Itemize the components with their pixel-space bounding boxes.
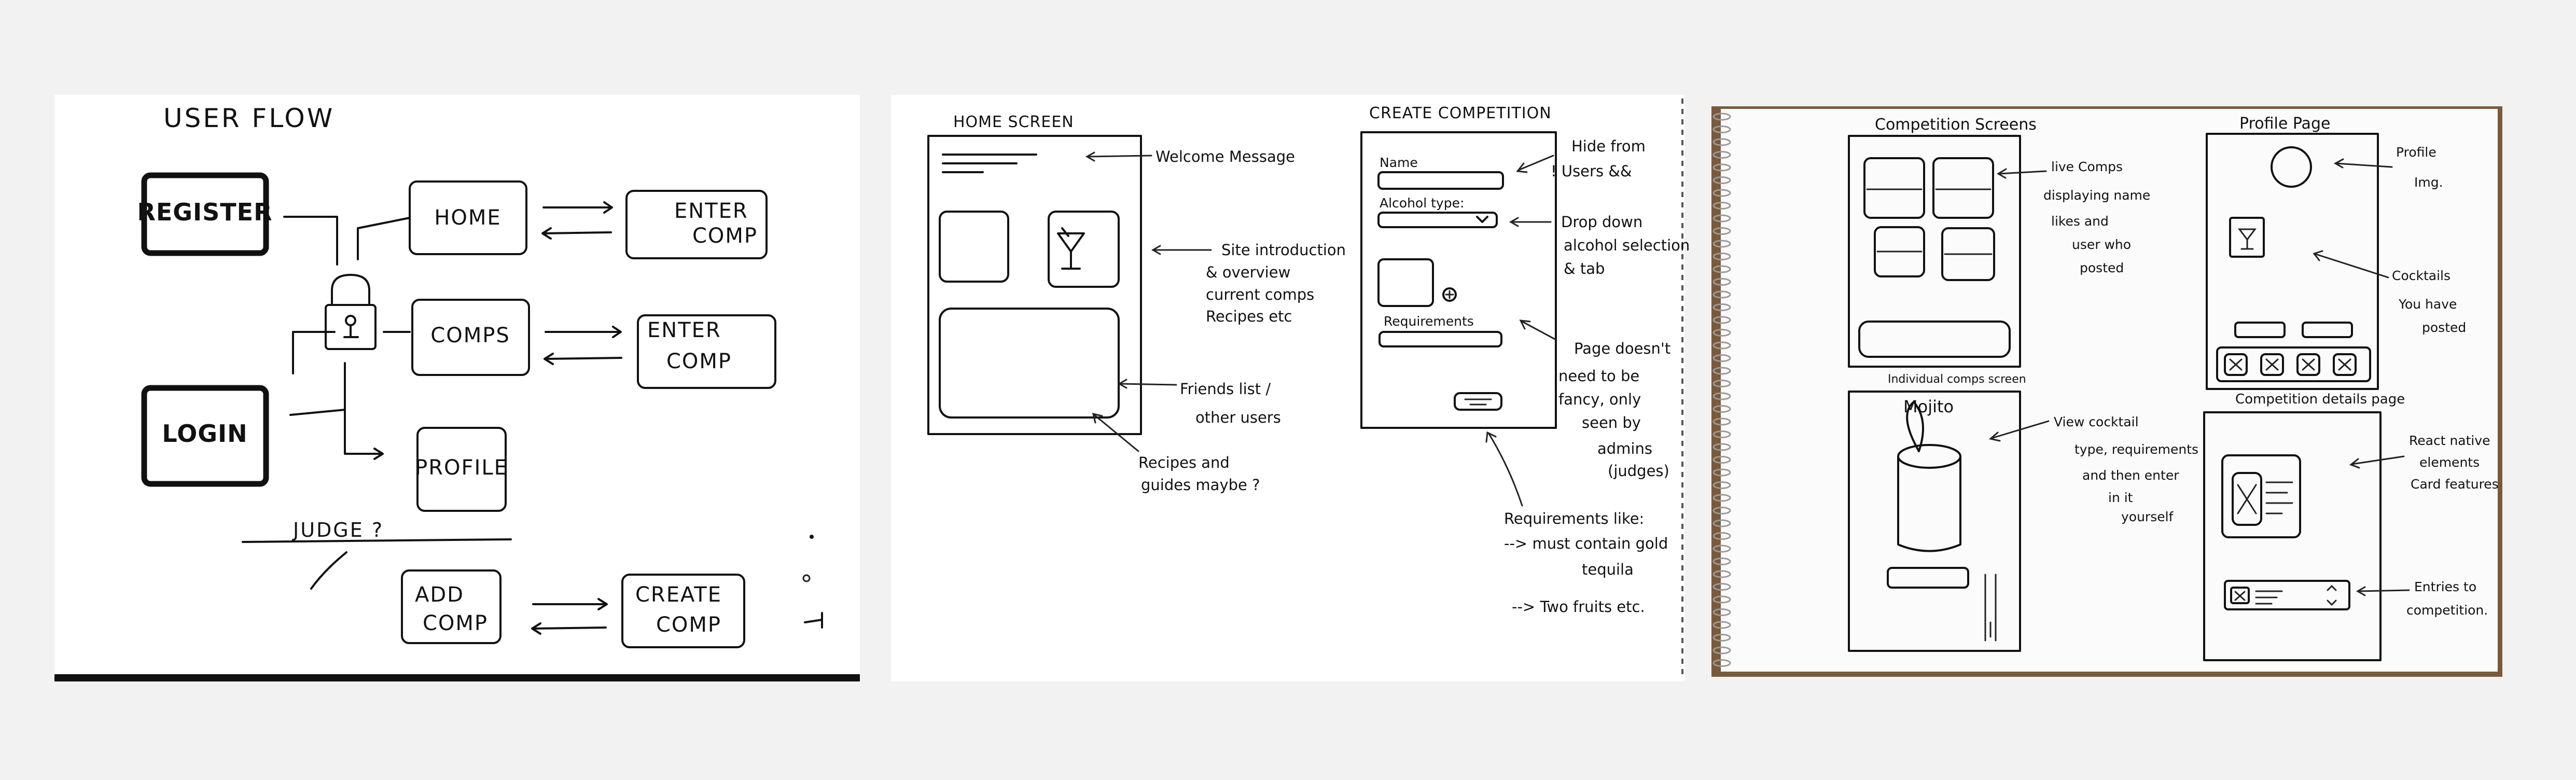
user-flow-title: USER FLOW xyxy=(163,103,335,133)
judge-label: JUDGE ? xyxy=(292,519,384,541)
competition-details-title: Competition details page xyxy=(2235,392,2405,407)
enter-comp-2-line2: COMP xyxy=(666,350,732,373)
login-label: LOGIN xyxy=(162,420,247,448)
friends-note-1: Friends list / xyxy=(1180,380,1271,398)
profile-img-note-1: Profile xyxy=(2396,145,2436,160)
requirements-like-note-4: --> Two fruits etc. xyxy=(1512,598,1645,616)
recipes-note-1: Recipes and xyxy=(1138,454,1230,471)
site-intro-note-4: Recipes etc xyxy=(1206,308,1292,325)
register-label: REGISTER xyxy=(137,198,272,226)
create-comp-line2: COMP xyxy=(656,613,721,637)
add-comp-line1: ADD xyxy=(415,583,464,607)
profile-label: PROFILE xyxy=(415,456,508,480)
page-fancy-note-2: need to be xyxy=(1558,367,1639,385)
comps-label: COMPS xyxy=(430,324,510,347)
page-fancy-note-4: seen by xyxy=(1582,414,1641,431)
cocktails-note-3: posted xyxy=(2422,320,2466,335)
screens-panel: HOME SCREEN Welcome Message Site introdu… xyxy=(891,95,1690,681)
site-intro-note-3: current comps xyxy=(1206,286,1314,303)
create-competition-title: CREATE COMPETITION xyxy=(1369,104,1552,122)
entries-note-2: competition. xyxy=(2406,603,2488,618)
home-screen-title: HOME SCREEN xyxy=(953,113,1074,131)
dropdown-note-1: Drop down xyxy=(1561,213,1642,231)
individual-comps-title: Individual comps screen xyxy=(1888,373,2026,386)
paper-shadow-edge xyxy=(54,674,860,681)
hide-note-1: Hide from xyxy=(1571,137,1646,155)
profile-img-note-2: Img. xyxy=(2414,175,2443,190)
competition-screens-title: Competition Screens xyxy=(1875,116,2037,134)
live-comps-note-2: displaying name xyxy=(2043,188,2150,203)
view-cocktail-note-5: yourself xyxy=(2121,509,2174,524)
requirements-field-label: Requirements xyxy=(1384,314,1474,329)
wireframe-board: USER FLOW REGISTER LOGIN HOME COMPS PROF… xyxy=(0,0,2576,778)
react-native-note-3: Card features xyxy=(2411,477,2499,492)
entries-note-1: Entries to xyxy=(2414,579,2476,594)
enter-comp-2-line1: ENTER xyxy=(647,318,721,342)
live-comps-note-4: user who xyxy=(2072,237,2131,252)
create-comp-line1: CREATE xyxy=(635,583,722,607)
react-native-note-2: elements xyxy=(2419,455,2480,470)
screens-paper xyxy=(891,95,1684,681)
live-comps-note-5: posted xyxy=(2080,260,2124,275)
alcohol-field-label: Alcohol type: xyxy=(1380,196,1464,211)
requirements-like-note-2: --> must contain gold xyxy=(1504,535,1668,552)
stray-mark xyxy=(810,535,814,539)
view-cocktail-note-3: and then enter xyxy=(2082,468,2179,483)
page-fancy-note-6: (judges) xyxy=(1608,462,1669,480)
cocktails-note-1: Cocktails xyxy=(2392,268,2450,283)
add-comp-line2: COMP xyxy=(423,611,488,635)
recipes-note-2: guides maybe ? xyxy=(1141,476,1260,494)
notebook-panel: Competition Screens live Comps displayin… xyxy=(1711,106,2502,677)
enter-comp-1-line1: ENTER xyxy=(674,199,748,223)
friends-note-2: other users xyxy=(1195,409,1281,426)
page-fancy-note-1: Page doesn't xyxy=(1574,340,1670,357)
site-intro-note-2: & overview xyxy=(1206,263,1290,281)
name-field-label: Name xyxy=(1380,155,1418,170)
home-label: HOME xyxy=(434,206,501,230)
dropdown-note-3: & tab xyxy=(1564,260,1605,277)
live-comps-note-1: live Comps xyxy=(2051,159,2123,174)
site-intro-note-1: Site introduction xyxy=(1221,241,1346,259)
page-fancy-note-3: fancy, only xyxy=(1558,391,1641,408)
requirements-like-note-1: Requirements like: xyxy=(1504,510,1644,527)
enter-comp-1-line2: COMP xyxy=(692,224,758,248)
live-comps-note-3: likes and xyxy=(2051,214,2109,229)
profile-page-title: Profile Page xyxy=(2239,115,2330,133)
welcome-message-note: Welcome Message xyxy=(1155,148,1295,165)
wireframe-canvas: USER FLOW REGISTER LOGIN HOME COMPS PROF… xyxy=(54,95,2502,681)
user-flow-panel: USER FLOW REGISTER LOGIN HOME COMPS PROF… xyxy=(54,95,860,681)
dropdown-note-2: alcohol selection xyxy=(1564,236,1690,254)
view-cocktail-note-2: type, requirements xyxy=(2074,442,2198,457)
cocktails-note-2: You have xyxy=(2398,297,2457,312)
hide-note-2: ! Users && xyxy=(1551,162,1632,180)
requirements-like-note-3: tequila xyxy=(1582,561,1634,578)
view-cocktail-note-4: in it xyxy=(2108,490,2133,505)
page-fancy-note-5: admins xyxy=(1597,440,1652,457)
view-cocktail-note-1: View cocktail xyxy=(2054,414,2139,429)
react-native-note-1: React native xyxy=(2409,433,2490,448)
